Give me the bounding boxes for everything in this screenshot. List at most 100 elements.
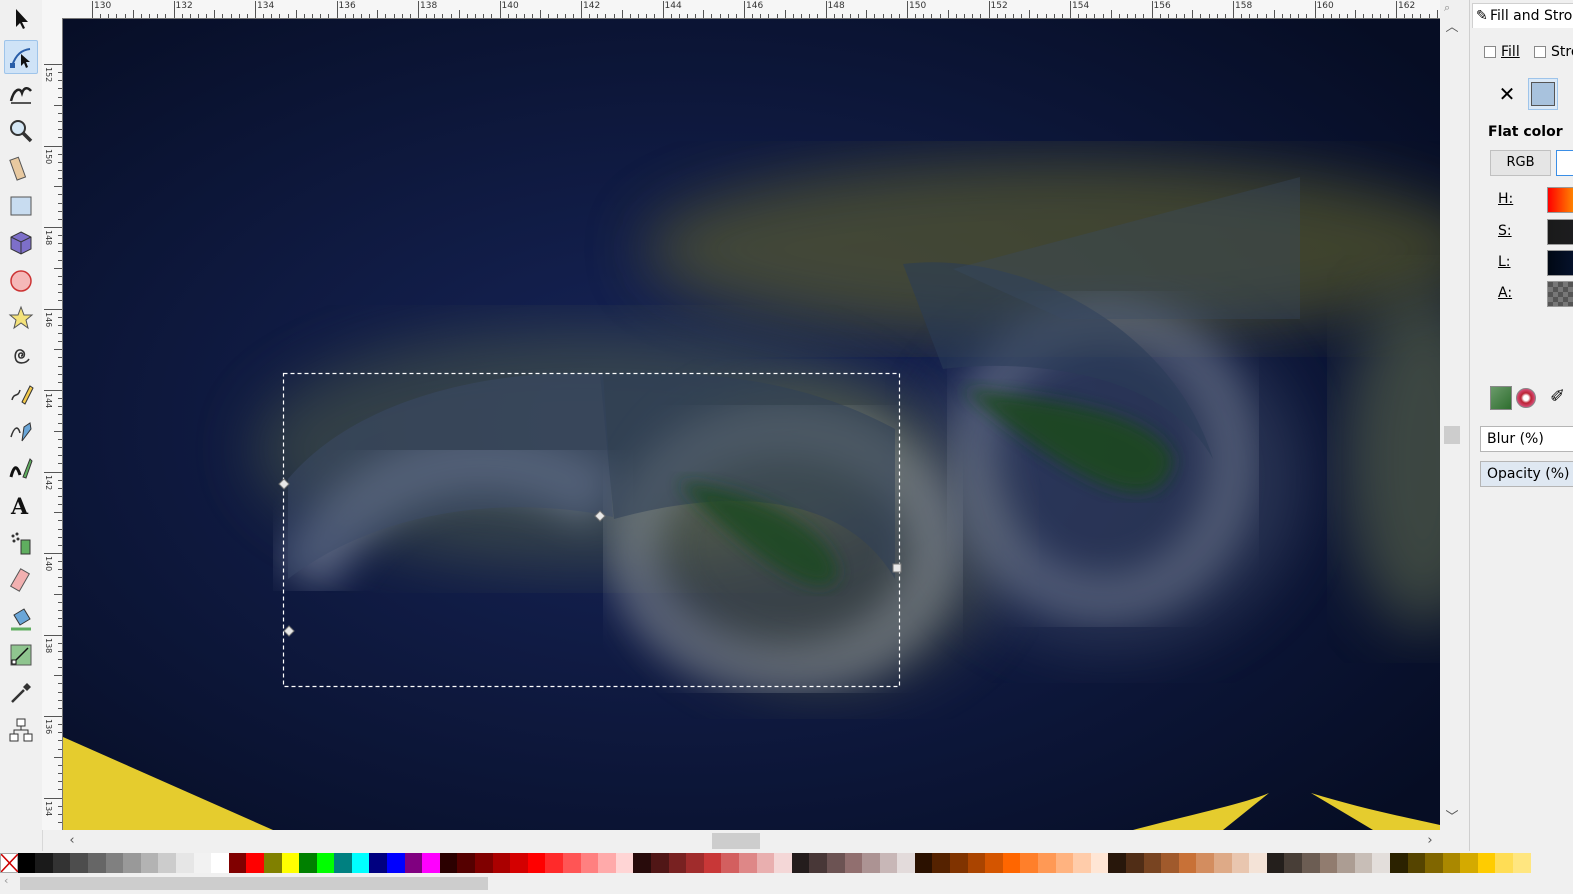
palette-swatch[interactable]	[1354, 853, 1373, 873]
palette-swatch[interactable]	[158, 853, 176, 873]
palette-swatch[interactable]	[87, 853, 106, 873]
palette-swatch[interactable]	[35, 853, 53, 873]
palette-swatch[interactable]	[1161, 853, 1179, 873]
palette-swatch[interactable]	[123, 853, 141, 873]
eraser-tool-button[interactable]	[4, 563, 38, 597]
palette-swatch[interactable]	[299, 853, 317, 873]
palette-swatch[interactable]	[1337, 853, 1355, 873]
palette-swatch[interactable]	[756, 853, 775, 873]
palette-swatch[interactable]	[281, 853, 300, 873]
tweak-tool-button[interactable]	[4, 77, 38, 111]
hue-slider[interactable]	[1547, 187, 1573, 213]
lightness-slider[interactable]	[1547, 250, 1573, 276]
palette-swatch[interactable]	[879, 853, 898, 873]
scroll-up-icon[interactable]: ︿	[1444, 20, 1460, 36]
spray-tool-button[interactable]	[4, 526, 38, 560]
status-scroll-left-icon[interactable]: ‹	[4, 874, 8, 887]
palette-swatch[interactable]	[351, 853, 370, 873]
palette-swatch[interactable]	[404, 853, 423, 873]
saturation-slider[interactable]	[1547, 219, 1573, 245]
palette-swatch[interactable]	[1284, 853, 1302, 873]
rectangle-tool-button[interactable]	[4, 189, 38, 223]
opacity-field[interactable]: Opacity (%)	[1480, 461, 1573, 487]
palette-swatch[interactable]	[615, 853, 634, 873]
palette-swatch[interactable]	[950, 853, 968, 873]
palette-swatch[interactable]	[545, 853, 563, 873]
alpha-slider[interactable]	[1547, 281, 1573, 307]
vertical-scrollbar[interactable]: ︿ ﹀	[1441, 18, 1463, 830]
palette-swatch[interactable]	[369, 853, 388, 873]
palette-swatch[interactable]	[598, 853, 616, 873]
palette-swatch[interactable]	[1196, 853, 1214, 873]
horizontal-scroll-thumb[interactable]	[712, 833, 760, 849]
palette-swatch[interactable]	[1073, 853, 1091, 873]
palette-swatch[interactable]	[263, 853, 282, 873]
palette-swatch[interactable]	[17, 853, 36, 873]
drawing-canvas[interactable]	[63, 19, 1440, 830]
palette-swatch[interactable]	[563, 853, 581, 873]
text-tool-button[interactable]: A	[4, 488, 38, 522]
palette-swatch[interactable]	[844, 853, 863, 873]
palette-swatch[interactable]	[686, 853, 704, 873]
palette-swatch[interactable]	[914, 853, 933, 873]
palette-swatch[interactable]	[193, 853, 212, 873]
palette-swatch[interactable]	[1126, 853, 1144, 873]
palette-swatch[interactable]	[1266, 853, 1285, 873]
palette-swatch[interactable]	[527, 853, 546, 873]
spiral-tool-button[interactable]	[4, 339, 38, 373]
palette-swatch[interactable]	[1442, 853, 1461, 873]
palette-swatch[interactable]	[721, 853, 739, 873]
ellipse-tool-button[interactable]	[4, 264, 38, 298]
scroll-down-icon[interactable]: ﹀	[1444, 810, 1460, 826]
palette-swatch[interactable]	[668, 853, 687, 873]
palette-swatch[interactable]	[1090, 853, 1109, 873]
palette-swatch[interactable]	[228, 853, 247, 873]
palette-swatch[interactable]	[439, 853, 458, 873]
palette-swatch[interactable]	[1249, 853, 1267, 873]
scroll-right-icon[interactable]: ›	[1422, 833, 1438, 849]
palette-swatch[interactable]	[1143, 853, 1162, 873]
radial-swatch-icon[interactable]	[1516, 388, 1536, 408]
horizontal-scrollbar[interactable]: ‹ ›	[62, 831, 1441, 851]
palette-swatch[interactable]	[457, 853, 476, 873]
pencil-tool-button[interactable]	[4, 376, 38, 410]
palette-swatch[interactable]	[826, 853, 845, 873]
palette-swatch[interactable]	[1372, 853, 1390, 873]
flat-color-button[interactable]	[1528, 78, 1558, 110]
palette-swatch[interactable]	[1213, 853, 1232, 873]
fill-stroke-tab[interactable]: ✎Fill and Stroke	[1472, 3, 1573, 28]
selector-tool-button[interactable]	[4, 2, 38, 36]
star-tool-button[interactable]	[4, 301, 38, 335]
connector-tool-button[interactable]	[4, 713, 38, 747]
palette-swatch[interactable]	[1389, 853, 1408, 873]
palette-swatch[interactable]	[1301, 853, 1320, 873]
palette-swatch[interactable]	[985, 853, 1003, 873]
palette-swatch[interactable]	[175, 853, 194, 873]
palette-swatch[interactable]	[633, 853, 651, 873]
palette-swatch[interactable]	[211, 853, 229, 873]
palette-swatch[interactable]	[140, 853, 159, 873]
palette-swatch[interactable]	[334, 853, 352, 873]
gradient-tool-button[interactable]	[4, 638, 38, 672]
palette-swatch[interactable]	[70, 853, 88, 873]
palette-swatch[interactable]	[580, 853, 599, 873]
vertical-scroll-thumb[interactable]	[1444, 426, 1460, 444]
horizontal-ruler[interactable]: 130 132 134 136 138 140 142 144 146 148 150 152 154 1…	[62, 0, 1440, 19]
3d-box-tool-button[interactable]	[4, 226, 38, 260]
hsl-mode-button[interactable]	[1556, 150, 1573, 176]
palette-swatch[interactable]	[1425, 853, 1443, 873]
zoom-tool-button[interactable]	[4, 114, 38, 148]
palette-swatch[interactable]	[316, 853, 335, 873]
palette-swatch[interactable]	[246, 853, 264, 873]
measure-tool-button[interactable]	[4, 151, 38, 185]
scroll-left-icon[interactable]: ‹	[64, 833, 80, 849]
palette-swatch[interactable]	[1460, 853, 1478, 873]
palette-swatch[interactable]	[105, 853, 124, 873]
palette-swatch[interactable]	[650, 853, 669, 873]
paint-bucket-tool-button[interactable]	[4, 601, 38, 635]
palette-swatch[interactable]	[897, 853, 915, 873]
palette-swatch[interactable]	[1038, 853, 1056, 873]
palette-swatch[interactable]	[703, 853, 722, 873]
palette-swatch[interactable]	[1513, 853, 1531, 873]
palette-swatch[interactable]	[1020, 853, 1039, 873]
